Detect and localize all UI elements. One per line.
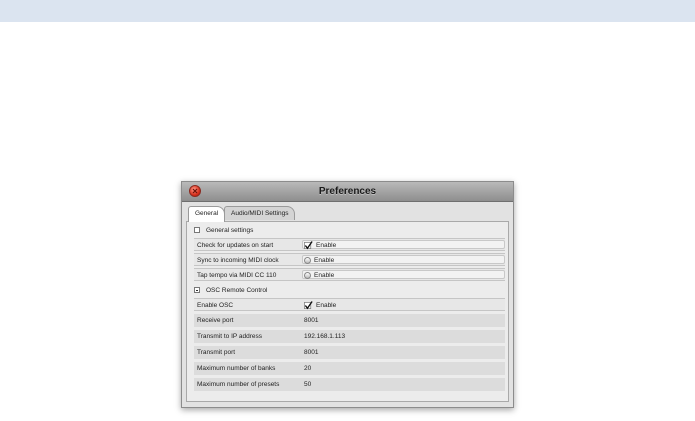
row-sync-midi-clock: Sync to incoming MIDI clock Enable xyxy=(194,253,505,266)
section-label: General settings xyxy=(206,226,254,234)
row-max-presets: Maximum number of presets 50 xyxy=(194,378,505,391)
top-banner xyxy=(0,0,695,22)
sync-midi-radio[interactable]: Enable xyxy=(304,254,334,267)
tap-tempo-radio[interactable]: Enable xyxy=(304,269,334,282)
radio-icon xyxy=(304,257,311,264)
enable-osc-checkbox[interactable]: Enable xyxy=(304,299,336,312)
row-label: Tap tempo via MIDI CC 110 xyxy=(197,272,277,279)
transmit-port-field[interactable]: 8001 xyxy=(304,346,318,359)
expand-icon[interactable] xyxy=(194,227,200,233)
checkmark-icon xyxy=(304,241,313,250)
checkbox-label: Enable xyxy=(316,302,337,309)
collapse-icon[interactable] xyxy=(194,287,200,293)
checkbox-label: Enable xyxy=(316,242,337,249)
max-banks-field[interactable]: 20 xyxy=(304,362,311,375)
window-titlebar[interactable]: Preferences xyxy=(182,182,513,202)
transmit-ip-field[interactable]: 192.168.1.113 xyxy=(304,330,345,343)
row-label: Maximum number of banks xyxy=(197,365,276,372)
row-enable-osc: Enable OSC Enable xyxy=(194,298,505,311)
receive-port-field[interactable]: 8001 xyxy=(304,314,318,327)
tab-bar: Audio/MIDI Settings General xyxy=(182,205,513,222)
row-max-banks: Maximum number of banks 20 xyxy=(194,362,505,375)
radio-label: Enable xyxy=(314,257,335,264)
row-label: Check for updates on start xyxy=(197,242,274,249)
row-label: Enable OSC xyxy=(197,302,234,309)
check-updates-checkbox[interactable]: Enable xyxy=(304,239,336,252)
tab-general[interactable]: General xyxy=(188,206,226,222)
radio-label: Enable xyxy=(314,272,335,279)
tab-audio-midi-settings[interactable]: Audio/MIDI Settings xyxy=(224,206,296,220)
row-transmit-ip: Transmit to IP address 192.168.1.113 xyxy=(194,330,505,343)
section-label: OSC Remote Control xyxy=(206,286,268,294)
row-label: Receive port xyxy=(197,317,234,324)
max-presets-field[interactable]: 50 xyxy=(304,378,311,391)
row-check-updates: Check for updates on start Enable xyxy=(194,238,505,251)
row-label: Sync to incoming MIDI clock xyxy=(197,257,279,264)
row-label: Transmit to IP address xyxy=(197,333,263,340)
settings-panel: General settings Check for updates on st… xyxy=(186,221,509,402)
osc-remote-control-header[interactable]: OSC Remote Control xyxy=(194,285,267,295)
window-title: Preferences xyxy=(318,186,377,197)
preferences-window: Preferences Audio/MIDI Settings General … xyxy=(181,181,514,408)
radio-icon xyxy=(304,272,311,279)
row-transmit-port: Transmit port 8001 xyxy=(194,346,505,359)
checkmark-icon xyxy=(304,301,313,310)
row-label: Maximum number of presets xyxy=(197,381,280,388)
row-tap-tempo: Tap tempo via MIDI CC 110 Enable xyxy=(194,268,505,281)
row-label: Transmit port xyxy=(197,349,236,356)
general-settings-header[interactable]: General settings xyxy=(194,225,253,235)
row-receive-port: Receive port 8001 xyxy=(194,314,505,327)
